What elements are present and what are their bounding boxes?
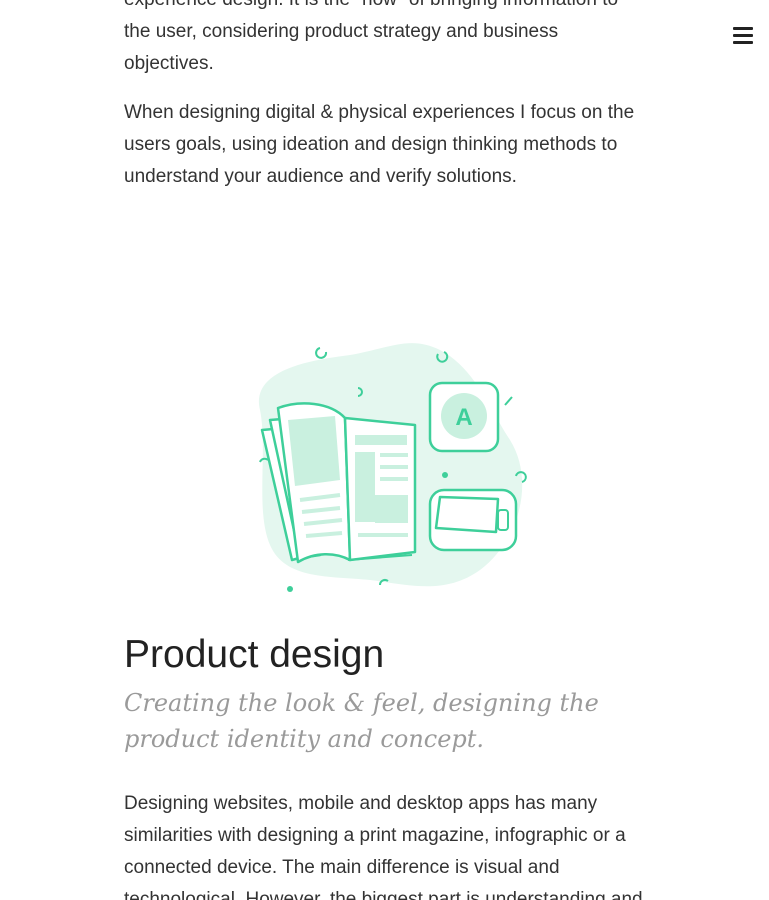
hamburger-menu-icon [733,26,753,44]
magazine-devices-illustration: A [240,330,540,600]
intro-paragraph-1: experience design. It is the "how" of br… [124,0,618,74]
intro-paragraph-2: When designing digital & physical experi… [124,102,635,187]
section-body-paragraph: Designing websites, mobile and desktop a… [124,793,643,900]
badge-letter: A [455,404,472,431]
menu-button[interactable] [730,22,756,48]
section-title: Product design [124,633,385,676]
section-subtitle: Creating the look & feel, designing the … [124,689,599,753]
